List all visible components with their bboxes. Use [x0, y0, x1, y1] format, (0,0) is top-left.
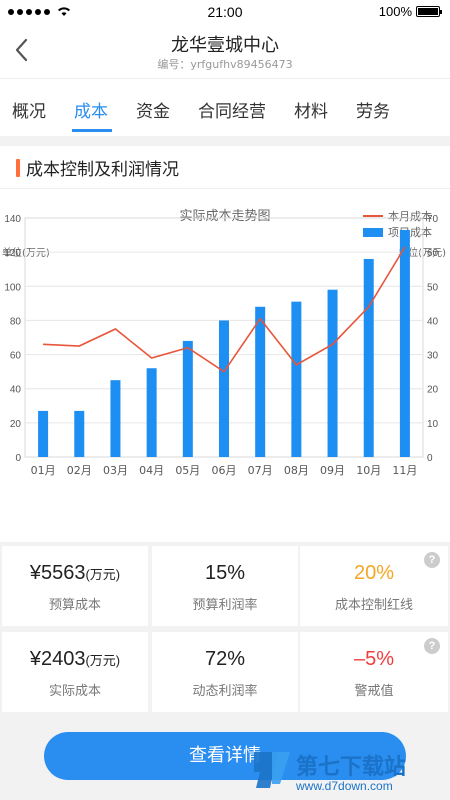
card-budget-cost: ¥5563(万元) 预算成本 — [2, 546, 148, 626]
card-cost-redline: 20% 成本控制红线 ? — [300, 546, 448, 626]
x-tick: 09月 — [320, 464, 345, 477]
card-label: 警戒值 — [354, 684, 394, 699]
watermark-url: www.d7down.com — [295, 779, 393, 793]
bar-2 — [74, 410, 85, 457]
bar-4 — [146, 368, 157, 457]
x-tick: 05月 — [175, 464, 200, 477]
section-heading: 成本控制及利润情况 — [16, 155, 179, 180]
bar-7 — [255, 306, 266, 457]
chart-title: 实际成本走势图 — [179, 208, 270, 224]
card-value: 15% — [204, 562, 246, 584]
battery-percent: 100% — [378, 4, 412, 19]
card-value: 72% — [204, 648, 246, 670]
legend-bar-swatch — [363, 228, 383, 237]
card-value: ¥2403(万元) — [29, 648, 121, 670]
y-tick-left: 120 — [4, 248, 21, 259]
card-label: 预算利润率 — [192, 598, 258, 613]
x-tick: 10月 — [356, 464, 381, 477]
nav-header: 龙华壹城中心 编号：yrfgufhv89456473 — [0, 24, 450, 78]
y-tick-left: 40 — [10, 385, 22, 396]
card-label: 预算成本 — [48, 598, 101, 613]
x-tick: 06月 — [212, 464, 237, 477]
y-tick-left: 0 — [15, 453, 21, 464]
x-tick: 07月 — [248, 464, 273, 477]
d7-logo-icon — [254, 752, 290, 788]
y-tick-left: 100 — [4, 282, 21, 293]
tab-bar: 概况 成本 资金 合同经营 材料 劳务 — [0, 78, 450, 136]
tab-overview[interactable]: 概况 — [12, 97, 46, 122]
tab-funds[interactable]: 资金 — [136, 97, 170, 122]
card-label: 实际成本 — [48, 684, 101, 699]
tab-materials[interactable]: 材料 — [294, 97, 328, 122]
tab-cost[interactable]: 成本 — [74, 97, 108, 122]
cost-profit-section: 成本控制及利润情况 实际成本走势图 本月成本 项目成本 单位(万元) 单位(万元) 0 20… — [0, 146, 450, 542]
card-label: 成本控制红线 — [334, 598, 413, 613]
y-tick-right: 50 — [427, 282, 439, 293]
card-value: ¥5563(万元) — [29, 562, 121, 584]
bar-8 — [291, 301, 302, 457]
y-tick-right: 20 — [427, 385, 439, 396]
cost-trend-chart: 实际成本走势图 本月成本项目成本单位(万元) 单位(万元)0204060801001… — [2, 208, 446, 477]
bar-9 — [327, 289, 338, 457]
y-tick-left: 140 — [4, 214, 21, 225]
x-tick: 04月 — [139, 464, 164, 477]
bar-6 — [219, 320, 229, 457]
active-tab-indicator — [72, 129, 112, 132]
watermark-logo: 第七下载站 www.d7down.com — [254, 752, 406, 793]
bar-1 — [38, 410, 49, 457]
x-tick: 02月 — [67, 464, 92, 477]
card-budget-margin: 15% 预算利润率 — [152, 546, 298, 626]
bar-5 — [182, 340, 193, 457]
y-tick-right: 60 — [427, 248, 439, 259]
tab-labor[interactable]: 劳务 — [356, 97, 390, 122]
y-tick-right: 70 — [427, 214, 439, 225]
x-tick: 08月 — [284, 464, 309, 477]
x-tick: 11月 — [392, 464, 417, 477]
card-actual-cost: ¥2403(万元) 实际成本 — [2, 632, 148, 712]
tab-contract[interactable]: 合同经营 — [198, 97, 266, 122]
battery: 100% — [378, 4, 442, 19]
page-title: 龙华壹城中心 — [171, 35, 279, 56]
status-bar: 21:00 100% — [0, 0, 450, 24]
legend-label-bar: 项目成本 — [388, 225, 432, 239]
card-warning: –5% 警戒值 ? — [300, 632, 448, 712]
y-tick-left: 80 — [10, 316, 22, 327]
divider — [0, 188, 450, 189]
help-icon[interactable]: ? — [424, 638, 440, 654]
help-icon[interactable]: ? — [424, 552, 440, 568]
y-tick-left: 20 — [10, 419, 22, 430]
battery-icon — [416, 6, 442, 17]
y-tick-right: 40 — [427, 316, 439, 327]
bar-3 — [110, 380, 121, 457]
x-tick: 01月 — [31, 464, 56, 477]
card-dynamic-margin: 72% 动态利润率 — [152, 632, 298, 712]
bar-10 — [363, 258, 374, 457]
y-tick-right: 0 — [427, 453, 433, 464]
y-tick-right: 30 — [427, 351, 439, 362]
y-tick-left: 60 — [10, 351, 22, 362]
bar-11 — [399, 229, 410, 457]
section-accent-bar — [16, 158, 20, 177]
project-code: 编号：yrfgufhv89456473 — [157, 58, 293, 71]
section-title: 成本控制及利润情况 — [26, 160, 179, 180]
legend-label-line: 本月成本 — [388, 209, 432, 223]
y-tick-right: 10 — [427, 419, 439, 430]
card-label: 动态利润率 — [192, 684, 258, 699]
x-tick: 03月 — [103, 464, 128, 477]
watermark-name: 第七下载站 — [296, 754, 406, 780]
